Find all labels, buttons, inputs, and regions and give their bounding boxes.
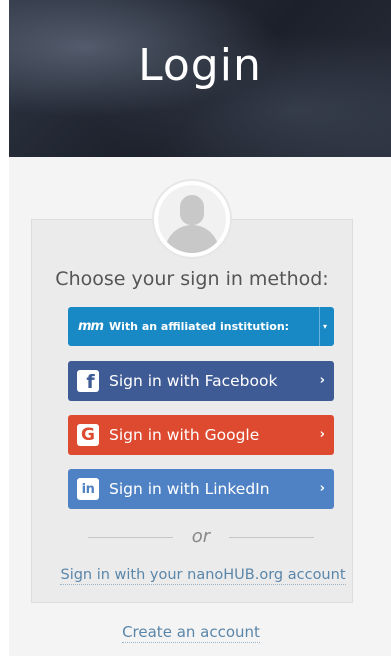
linkedin-icon: in — [77, 478, 99, 500]
left-gutter — [0, 0, 9, 656]
avatar-body — [165, 225, 219, 253]
avatar-head — [180, 195, 204, 225]
create-account-link[interactable]: Create an account — [122, 623, 260, 643]
hero-banner: Login — [9, 0, 391, 157]
page-title: Login — [138, 40, 262, 91]
signin-method-heading: Choose your sign in method: — [55, 268, 329, 290]
linkedin-signin-button[interactable]: in Sign in with LinkedIn › — [68, 469, 334, 509]
chevron-right-icon: › — [319, 427, 325, 442]
create-account-link-wrap: Create an account — [0, 623, 382, 643]
user-silhouette-icon — [158, 185, 226, 253]
institution-logo-icon: mm — [78, 319, 104, 334]
hub-account-signin-link-wrap: Sign in with your nanoHUB.org account — [31, 567, 375, 585]
or-divider: or — [88, 524, 314, 550]
chevron-right-icon: › — [319, 481, 325, 496]
linkedin-signin-label: Sign in with LinkedIn — [109, 480, 270, 498]
google-icon: G — [77, 424, 99, 446]
hub-account-signin-link[interactable]: Sign in with your nanoHUB.org account — [60, 567, 346, 585]
institution-signin-label: With an affiliated institution: — [109, 320, 290, 333]
avatar — [154, 181, 230, 257]
institution-signin-button[interactable]: mm With an affiliated institution: ▾ — [68, 307, 334, 346]
chevron-down-icon: ▾ — [323, 322, 328, 331]
facebook-icon: f — [77, 370, 99, 392]
google-signin-button[interactable]: G Sign in with Google › — [68, 415, 334, 455]
facebook-signin-button[interactable]: f Sign in with Facebook › — [68, 361, 334, 401]
chevron-right-icon: › — [319, 373, 325, 388]
facebook-signin-label: Sign in with Facebook — [109, 372, 278, 390]
institution-dropdown-toggle[interactable]: ▾ — [319, 307, 334, 346]
google-signin-label: Sign in with Google — [109, 426, 260, 444]
divider-line-right — [229, 537, 314, 538]
